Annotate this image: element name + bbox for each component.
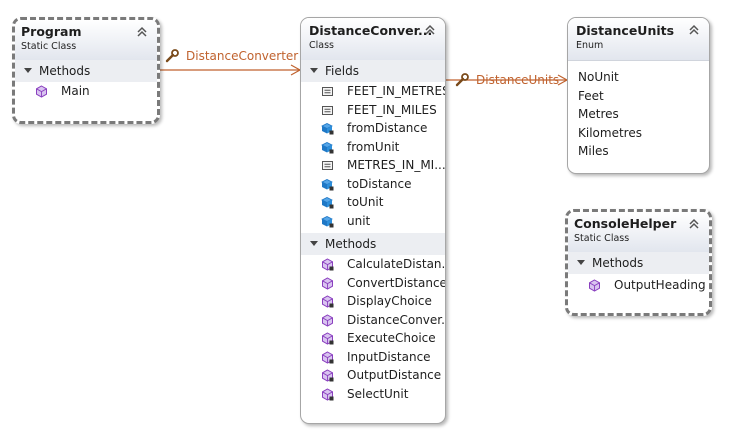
enum-value[interactable]: Feet [568, 87, 709, 106]
method-row[interactable]: Main [15, 82, 157, 101]
expand-triangle-icon[interactable] [310, 241, 318, 246]
method-list: CalculateDistan... ConvertDistance Display… [301, 255, 445, 403]
fields-label: Fields [325, 64, 359, 78]
method-row[interactable]: ConvertDistance [301, 274, 445, 293]
distance-converter-class-shape[interactable]: DistanceConver... Class Fields FEET_IN_M… [300, 17, 446, 424]
method-row[interactable]: ExecuteChoice [301, 329, 445, 348]
method-name: Main [61, 84, 90, 98]
program-stereotype: Static Class [21, 41, 77, 52]
program-class-shape[interactable]: Program Static Class Methods Main [12, 17, 160, 124]
divider [568, 60, 709, 61]
method-row[interactable]: CalculateDistan... [301, 255, 445, 274]
distance-units-header[interactable]: DistanceUnits Enum [568, 18, 709, 60]
private-method-icon [322, 387, 334, 401]
private-method-icon [322, 258, 334, 271]
field-row-name: fromUnit [347, 139, 400, 154]
field-row[interactable]: fromDistance [301, 119, 445, 138]
field-row-name: unit [347, 213, 371, 228]
field-icon [321, 178, 334, 190]
field-row-name: toUnit [347, 195, 384, 209]
methods-label: Methods [325, 237, 377, 251]
program-header[interactable]: Program Static Class [15, 20, 157, 60]
association-label-distance-converter[interactable]: DistanceConverter [186, 49, 298, 63]
field-row-name: fromDistance [347, 121, 428, 135]
field-icon [321, 197, 334, 209]
method-icon [589, 279, 600, 292]
collapse-chevron-icon[interactable] [135, 25, 149, 39]
private-method-icon [322, 369, 334, 382]
method-row-name: ConvertDistance [347, 275, 446, 290]
enum-value[interactable]: Kilometres [568, 124, 709, 143]
association-label-distance-units[interactable]: DistanceUnits [476, 73, 559, 87]
methods-label: Methods [592, 256, 644, 270]
enum-value[interactable]: Miles [568, 142, 709, 161]
console-helper-methods-section-header[interactable]: Methods [568, 252, 709, 274]
wrench-icon [455, 73, 469, 87]
method-row-name: CalculateDistan... [347, 257, 446, 271]
distance-converter-stereotype: Class [309, 40, 334, 51]
method-icon [36, 85, 47, 98]
field-row-name: METRES_IN_MI... [347, 158, 446, 172]
field-row[interactable]: FEET_IN_METRES [301, 82, 445, 101]
expand-triangle-icon[interactable] [310, 68, 318, 73]
method-row-name: SelectUnit [347, 386, 409, 401]
enum-value[interactable]: NoUnit [568, 68, 709, 87]
method-row-name: InputDistance [347, 349, 431, 364]
constant-icon [322, 87, 333, 96]
collapse-chevron-icon[interactable] [687, 23, 701, 37]
distance-units-enum-shape[interactable]: DistanceUnits Enum NoUnit Feet Metres Kilom… [567, 17, 710, 174]
wrench-icon [165, 49, 179, 63]
method-row[interactable]: SelectUnit [301, 385, 445, 404]
enum-value[interactable]: Metres [568, 105, 709, 124]
method-row[interactable]: OutputHeading [568, 276, 709, 295]
field-list: FEET_IN_METRES FEET_IN_MILES fromDistance f… [301, 82, 445, 230]
collapse-chevron-icon[interactable] [687, 217, 701, 231]
console-helper-header[interactable]: ConsoleHelper Static Class [568, 212, 709, 252]
program-methods-section-header[interactable]: Methods [15, 60, 157, 82]
constant-icon [322, 161, 333, 170]
field-row-name: FEET_IN_METRES [347, 84, 446, 98]
methods-label: Methods [39, 64, 91, 78]
field-row-name: toDistance [347, 176, 412, 191]
field-row[interactable]: unit [301, 212, 445, 231]
field-icon [321, 215, 334, 227]
distance-units-stereotype: Enum [576, 40, 604, 51]
method-icon [322, 276, 333, 290]
field-row[interactable]: toDistance [301, 175, 445, 194]
private-method-icon [322, 332, 334, 345]
distance-converter-header[interactable]: DistanceConver... Class [301, 18, 445, 60]
field-row-name: FEET_IN_MILES [347, 102, 437, 117]
method-row-name: ExecuteChoice [347, 331, 436, 345]
field-row[interactable]: fromUnit [301, 138, 445, 157]
private-method-icon [322, 295, 334, 308]
fields-section-header[interactable]: Fields [301, 60, 445, 82]
method-row[interactable]: DistanceConver... [301, 311, 445, 330]
method-row-name: DisplayChoice [347, 294, 432, 308]
method-row-name: DistanceConver... [347, 312, 446, 327]
methods-section-header[interactable]: Methods [301, 233, 445, 255]
field-icon [321, 141, 334, 153]
field-row[interactable]: METRES_IN_MI... [301, 156, 445, 175]
field-row[interactable]: FEET_IN_MILES [301, 101, 445, 120]
constant-icon [322, 105, 333, 115]
method-row-name: OutputDistance [347, 368, 442, 382]
console-helper-class-shape[interactable]: ConsoleHelper Static Class Methods Outpu… [565, 209, 712, 316]
collapse-chevron-icon[interactable] [423, 23, 437, 37]
method-row[interactable]: DisplayChoice [301, 292, 445, 311]
field-icon [321, 123, 334, 135]
field-row[interactable]: toUnit [301, 193, 445, 212]
expand-triangle-icon[interactable] [577, 260, 585, 265]
expand-triangle-icon[interactable] [24, 68, 32, 73]
console-helper-stereotype: Static Class [574, 233, 630, 244]
private-method-icon [322, 350, 334, 364]
method-icon [322, 313, 333, 327]
method-name: OutputHeading [614, 278, 706, 292]
enum-value-list: NoUnit Feet Metres Kilometres Miles [568, 68, 709, 161]
method-row[interactable]: InputDistance [301, 348, 445, 367]
method-row[interactable]: OutputDistance [301, 366, 445, 385]
